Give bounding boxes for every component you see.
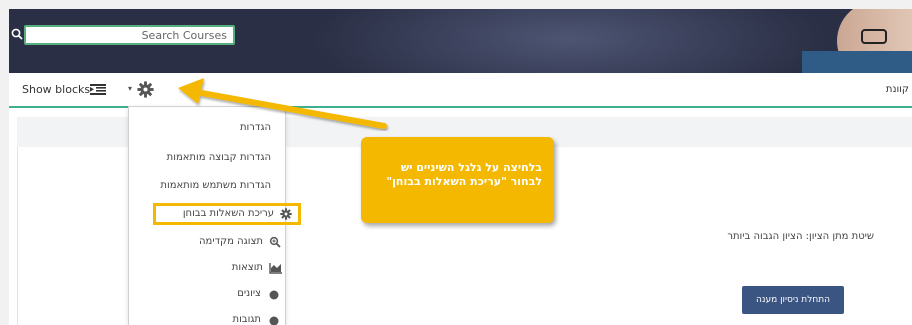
show-blocks-button[interactable]: Show blocks	[22, 83, 90, 96]
menu-item-label: ציונים	[237, 288, 261, 299]
show-blocks-icon[interactable]	[90, 84, 106, 95]
menu-item-label: הגדרות משתמש מותאמות	[160, 180, 271, 191]
search-icon[interactable]	[10, 27, 24, 41]
menu-item-grades[interactable]: ציונים	[129, 283, 285, 307]
header-banner	[9, 9, 912, 73]
menu-item-user-overrides[interactable]: הגדרות משתמש מותאמות	[129, 175, 285, 199]
gear-icon[interactable]	[137, 81, 154, 98]
gear-icon	[280, 208, 292, 220]
chart-icon	[269, 263, 282, 274]
content-divider	[17, 147, 18, 325]
toolbar: Show blocks ▾ קוונת	[9, 73, 912, 108]
banner-glasses	[861, 29, 887, 44]
search-input[interactable]	[24, 25, 235, 45]
dot-icon	[269, 290, 279, 300]
caret-down-icon: ▾	[128, 84, 133, 93]
menu-item-results[interactable]: תוצאות	[129, 257, 285, 281]
settings-dropdown-menu: הגדרות הגדרות קבוצה מותאמות הגדרות משתמש…	[128, 106, 301, 325]
callout-text: בלחיצה על גלגל השיניים יש לבחור "עריכת ה…	[386, 161, 542, 188]
menu-item-preview[interactable]: תצוגה מקדימה	[129, 231, 285, 255]
menu-item-label: הגדרות	[239, 122, 271, 133]
menu-item-label: תוצאות	[231, 262, 263, 273]
menu-item-label: תגובות	[232, 314, 262, 325]
page: Show blocks ▾	[9, 9, 912, 325]
menu-item-settings[interactable]: הגדרות	[129, 117, 285, 141]
start-attempt-button[interactable]: התחלת ניסיון מענה	[742, 286, 844, 314]
banner-glow	[309, 9, 829, 73]
magnifier-icon	[269, 236, 281, 248]
banner-book	[802, 51, 912, 73]
menu-item-label: עריכת השאלות בבוחן	[182, 208, 274, 219]
menu-item-edit-quiz[interactable]: עריכת השאלות בבוחן	[153, 203, 301, 225]
grading-method-text: שיטת מתן הציון: הציון הגבוה ביותר	[727, 231, 874, 242]
menu-item-responses[interactable]: תגובות	[129, 309, 285, 325]
menu-item-label: תצוגה מקדימה	[199, 236, 263, 247]
menu-item-label: הגדרות קבוצה מותאמות	[166, 152, 271, 163]
dot-icon	[269, 316, 279, 325]
instruction-callout: בלחיצה על גלגל השיניים יש לבחור "עריכת ה…	[361, 137, 554, 223]
toolbar-right-text: קוונת	[885, 84, 909, 95]
menu-item-group-overrides[interactable]: הגדרות קבוצה מותאמות	[129, 147, 285, 171]
